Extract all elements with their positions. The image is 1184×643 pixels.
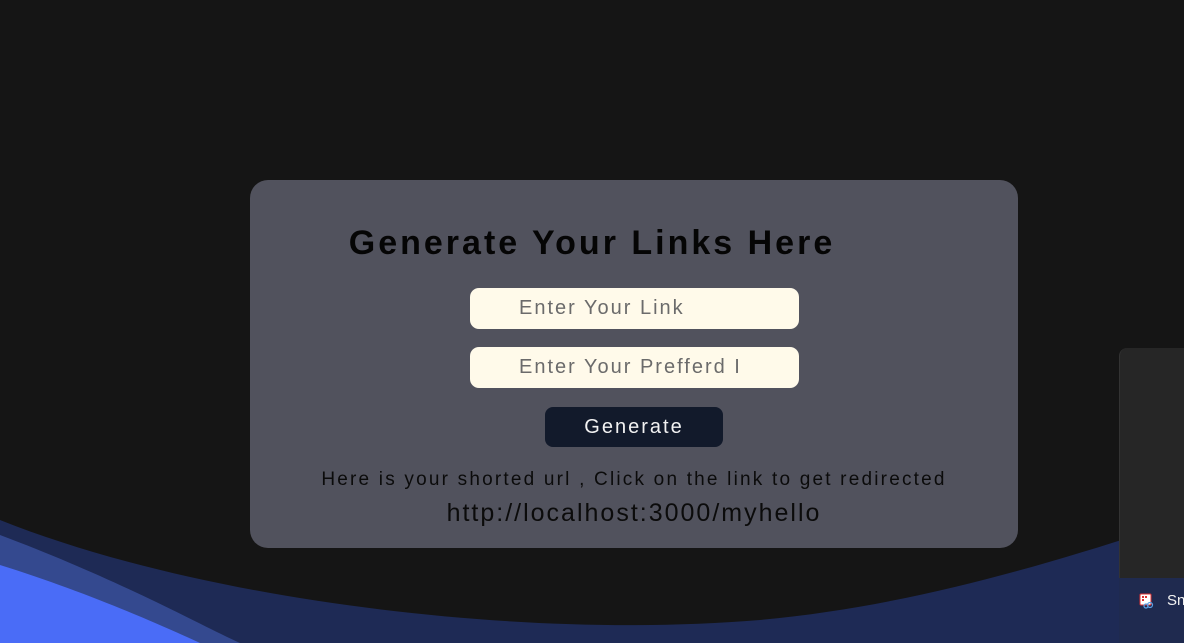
taskbar-item[interactable]: Sn <box>1119 578 1184 643</box>
short-url-link[interactable]: http://localhost:3000/myhello <box>250 497 1018 529</box>
side-panel <box>1119 348 1184 578</box>
result-message: Here is your shorted url , Click on the … <box>321 469 947 490</box>
page: Generate Your Links Here Generate Here i… <box>0 0 1184 643</box>
taskbar-item-label: Sn <box>1167 592 1184 609</box>
link-input[interactable] <box>470 288 799 329</box>
snipping-tool-icon <box>1139 593 1154 609</box>
generate-button[interactable]: Generate <box>545 407 723 447</box>
page-title: Generate Your Links Here <box>348 224 836 262</box>
preferred-alias-input[interactable] <box>470 347 799 388</box>
